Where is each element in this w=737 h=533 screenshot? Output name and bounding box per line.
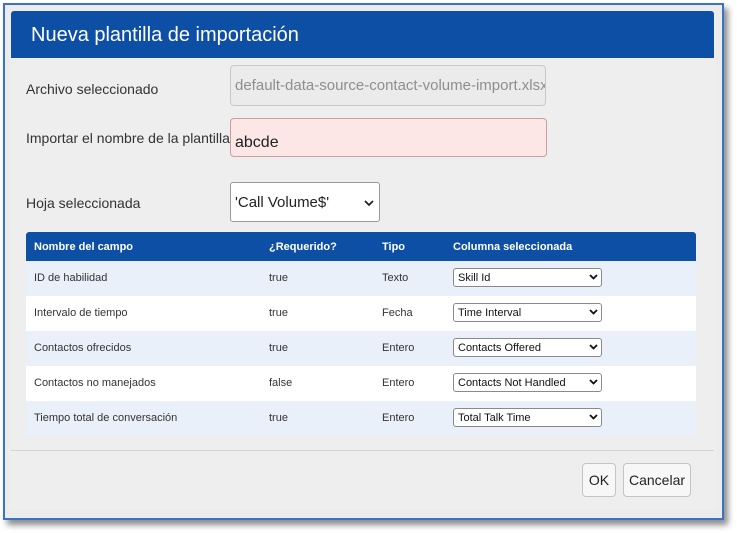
cancel-button[interactable]: Cancelar [623, 463, 691, 497]
field-name-cell: Intervalo de tiempo [34, 307, 128, 319]
column-select-value: Total Talk Time [458, 412, 531, 424]
dialog-header: Nueva plantilla de importación [11, 11, 714, 58]
template-name-label: Importar el nombre de la plantilla [26, 130, 230, 146]
sheet-select-value: 'Call Volume$' [235, 194, 330, 211]
table-row: Intervalo de tiempo true Fecha Time Inte… [26, 296, 696, 331]
table-row: Contactos no manejados false Entero Cont… [26, 366, 696, 401]
selected-file-field: default-data-source-contact-volume-impor… [230, 65, 546, 106]
chevron-down-icon [364, 200, 374, 207]
table-row: Contactos ofrecidos true Entero Contacts… [26, 331, 696, 366]
chevron-down-icon [589, 379, 598, 385]
column-select[interactable]: Contacts Not Handled [453, 373, 602, 392]
type-cell: Entero [382, 377, 415, 389]
selected-file-label: Archivo seleccionado [26, 81, 159, 97]
type-cell: Entero [382, 342, 415, 354]
type-cell: Texto [382, 272, 409, 284]
required-cell: false [269, 377, 293, 389]
table-header: Nombre del campo ¿Requerido? Tipo Column… [26, 232, 696, 261]
required-cell: true [269, 272, 288, 284]
type-cell: Entero [382, 412, 415, 424]
chevron-down-icon [589, 309, 598, 315]
required-cell: true [269, 412, 288, 424]
column-select[interactable]: Contacts Offered [453, 338, 602, 357]
template-name-input[interactable] [230, 118, 547, 157]
column-select-value: Time Interval [458, 307, 522, 319]
chevron-down-icon [589, 414, 598, 420]
chevron-down-icon [589, 344, 598, 350]
header-selected-column: Columna seleccionada [453, 241, 573, 253]
column-select[interactable]: Total Talk Time [453, 408, 602, 427]
table-row: ID de habilidad true Texto Skill Id [26, 261, 696, 296]
column-select[interactable]: Skill Id [453, 268, 602, 287]
column-select-value: Contacts Offered [458, 342, 541, 354]
field-name-cell: Contactos ofrecidos [34, 342, 132, 354]
dialog-title: Nueva plantilla de importación [31, 24, 299, 46]
header-required: ¿Requerido? [269, 241, 337, 253]
column-select[interactable]: Time Interval [453, 303, 602, 322]
field-name-cell: ID de habilidad [34, 272, 108, 284]
import-template-dialog: Nueva plantilla de importación Archivo s… [11, 11, 716, 510]
required-cell: true [269, 342, 288, 354]
type-cell: Fecha [382, 307, 413, 319]
header-field-name: Nombre del campo [34, 241, 134, 253]
sheet-select[interactable]: 'Call Volume$' [230, 182, 380, 222]
ok-button[interactable]: OK [582, 463, 616, 497]
field-mapping-table: Nombre del campo ¿Requerido? Tipo Column… [26, 232, 696, 436]
column-select-value: Contacts Not Handled [458, 377, 566, 389]
field-name-cell: Tiempo total de conversación [34, 412, 178, 424]
header-type: Tipo [382, 241, 406, 253]
chevron-down-icon [589, 274, 598, 280]
sheet-label: Hoja seleccionada [26, 195, 141, 211]
footer-divider [11, 450, 714, 451]
table-row: Tiempo total de conversación true Entero… [26, 401, 696, 436]
dialog-frame: Nueva plantilla de importación Archivo s… [3, 3, 724, 520]
required-cell: true [269, 307, 288, 319]
column-select-value: Skill Id [458, 272, 491, 284]
field-name-cell: Contactos no manejados [34, 377, 156, 389]
